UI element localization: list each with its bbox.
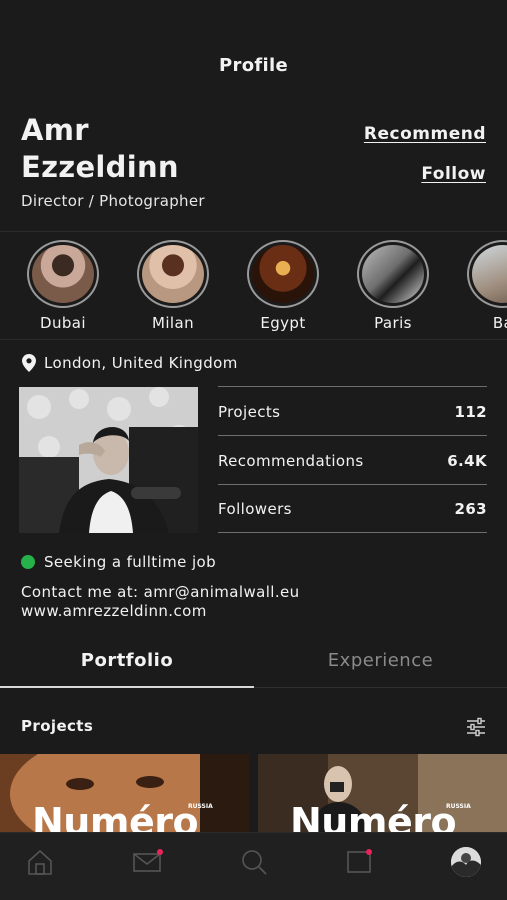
- profile-last-name: Ezzeldinn: [21, 150, 179, 184]
- search-icon[interactable]: [239, 847, 269, 877]
- story-thumbnail: [362, 245, 424, 303]
- story-item-partial[interactable]: Ba: [460, 240, 507, 332]
- location-pin-icon: [22, 354, 36, 372]
- story-label: Ba: [492, 314, 507, 332]
- stat-row-recommendations[interactable]: Recommendations 6.4K: [218, 435, 487, 484]
- app-header: Profile: [0, 0, 507, 100]
- profile-tabs: Portfolio Experience: [0, 640, 507, 688]
- story-ring: [247, 240, 319, 308]
- avatar-image: [451, 847, 481, 877]
- follow-button[interactable]: Follow: [421, 164, 486, 184]
- story-ring: [357, 240, 429, 308]
- story-item-milan[interactable]: Milan: [130, 240, 216, 332]
- stat-label: Projects: [218, 402, 281, 421]
- profile-first-name: Amr: [21, 113, 89, 147]
- recommend-button[interactable]: Recommend: [364, 124, 486, 144]
- stories-row: Dubai Milan Egypt Paris Ba: [0, 240, 507, 336]
- divider: [0, 339, 507, 340]
- notification-badge: [366, 849, 372, 855]
- profile-avatar[interactable]: [451, 847, 481, 877]
- contact-website[interactable]: www.amrezzeldinn.com: [21, 602, 300, 621]
- stat-row-followers[interactable]: Followers 263: [218, 484, 487, 533]
- job-status-text: Seeking a fulltime job: [44, 553, 217, 571]
- home-icon[interactable]: [25, 847, 55, 877]
- filter-icon[interactable]: [466, 717, 486, 737]
- story-thumbnail: [252, 245, 314, 303]
- mail-badge: [157, 849, 163, 855]
- stats-list: Projects 112 Recommendations 6.4K Follow…: [218, 386, 487, 533]
- story-label: Egypt: [260, 314, 306, 332]
- page-title: Profile: [219, 55, 288, 76]
- stat-value: 112: [454, 402, 487, 421]
- story-label: Paris: [374, 314, 412, 332]
- active-tab-indicator: [0, 686, 254, 688]
- profile-photo: [19, 387, 198, 533]
- divider: [0, 231, 507, 232]
- status-dot-icon: [21, 555, 35, 569]
- stat-row-projects[interactable]: Projects 112: [218, 386, 487, 435]
- story-item-egypt[interactable]: Egypt: [240, 240, 326, 332]
- story-thumbnail: [32, 245, 94, 303]
- stat-label: Recommendations: [218, 451, 364, 470]
- profile-photo-image: [19, 387, 198, 533]
- location-text: London, United Kingdom: [44, 354, 238, 372]
- bottom-navigation: [0, 832, 507, 900]
- stat-value: 263: [454, 500, 487, 518]
- story-label: Milan: [152, 314, 194, 332]
- stat-label: Followers: [218, 500, 292, 518]
- story-item-paris[interactable]: Paris: [350, 240, 436, 332]
- stat-value: 6.4K: [447, 451, 487, 470]
- story-item-dubai[interactable]: Dubai: [20, 240, 106, 332]
- card-brand: Numéro: [290, 800, 457, 834]
- contact-info: Contact me at: amr@animalwall.eu www.amr…: [21, 583, 300, 621]
- project-card[interactable]: RUSSIA Numéro: [0, 754, 249, 834]
- story-label: Dubai: [40, 314, 86, 332]
- contact-email[interactable]: Contact me at: amr@animalwall.eu: [21, 583, 300, 602]
- tab-portfolio[interactable]: Portfolio: [0, 650, 254, 671]
- project-card[interactable]: RUSSIA Numéro: [258, 754, 507, 834]
- story-ring: [467, 240, 507, 308]
- story-ring: [137, 240, 209, 308]
- location-row: London, United Kingdom: [22, 354, 238, 372]
- story-thumbnail: [472, 245, 507, 303]
- card-brand: Numéro: [32, 800, 199, 834]
- profile-role: Director / Photographer: [21, 192, 205, 210]
- story-thumbnail: [142, 245, 204, 303]
- profile-name: Amr Ezzeldinn: [21, 112, 179, 186]
- projects-heading: Projects: [21, 717, 94, 735]
- story-ring: [27, 240, 99, 308]
- tab-experience[interactable]: Experience: [254, 650, 507, 671]
- job-status: Seeking a fulltime job: [21, 553, 216, 571]
